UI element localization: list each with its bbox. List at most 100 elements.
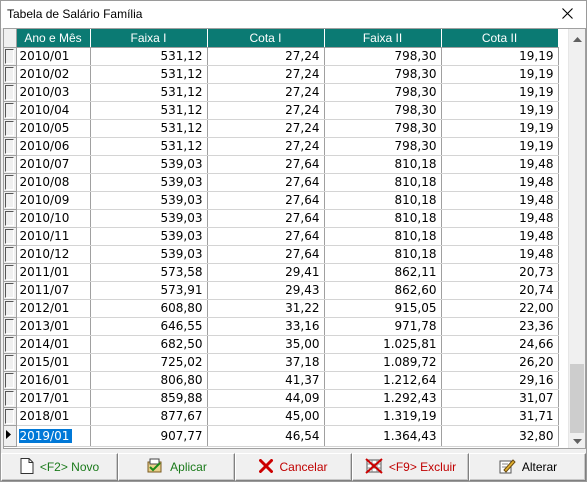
cell-faixa-ii[interactable]: 1.364,43 bbox=[324, 425, 442, 447]
cell-faixa-ii[interactable]: 810,18 bbox=[324, 173, 442, 192]
cell-ano-mes[interactable]: 2010/06 bbox=[16, 137, 91, 156]
row-indicator[interactable] bbox=[4, 299, 17, 318]
row-indicator[interactable] bbox=[4, 65, 17, 84]
cell-ano-mes[interactable]: 2014/01 bbox=[16, 335, 91, 354]
table-row[interactable]: 2010/03 531,12 27,24 798,30 19,19 bbox=[4, 83, 559, 102]
column-header-cota-ii[interactable]: Cota II bbox=[441, 29, 559, 48]
cell-cota-i[interactable]: 27,64 bbox=[207, 173, 325, 192]
row-indicator[interactable] bbox=[4, 317, 17, 336]
row-indicator[interactable] bbox=[4, 353, 17, 372]
cell-faixa-i[interactable]: 539,03 bbox=[90, 245, 208, 264]
cell-faixa-ii[interactable]: 971,78 bbox=[324, 317, 442, 336]
cell-cota-ii[interactable]: 19,48 bbox=[441, 209, 559, 228]
cell-cota-i[interactable]: 29,43 bbox=[207, 281, 325, 300]
cell-faixa-ii[interactable]: 798,30 bbox=[324, 83, 442, 102]
cell-faixa-i[interactable]: 531,12 bbox=[90, 119, 208, 138]
cell-faixa-i[interactable]: 539,03 bbox=[90, 191, 208, 210]
cancelar-button[interactable]: Cancelar bbox=[235, 453, 352, 481]
cell-faixa-ii[interactable]: 798,30 bbox=[324, 137, 442, 156]
cell-cota-i[interactable]: 27,24 bbox=[207, 47, 325, 66]
cell-cota-i[interactable]: 27,64 bbox=[207, 155, 325, 174]
aplicar-button[interactable]: Aplicar bbox=[118, 453, 235, 481]
cell-faixa-ii[interactable]: 798,30 bbox=[324, 119, 442, 138]
cell-cota-ii[interactable]: 20,73 bbox=[441, 263, 559, 282]
table-row[interactable]: 2010/04 531,12 27,24 798,30 19,19 bbox=[4, 101, 559, 120]
row-indicator[interactable] bbox=[4, 83, 17, 102]
cell-cota-i[interactable]: 45,00 bbox=[207, 407, 325, 426]
cell-ano-mes[interactable]: 2011/07 bbox=[16, 281, 91, 300]
cell-cota-i[interactable]: 33,16 bbox=[207, 317, 325, 336]
cell-ano-mes[interactable]: 2010/03 bbox=[16, 83, 91, 102]
cell-faixa-ii[interactable]: 1.089,72 bbox=[324, 353, 442, 372]
row-indicator[interactable] bbox=[4, 119, 17, 138]
table-row[interactable]: 2010/11 539,03 27,64 810,18 19,48 bbox=[4, 227, 559, 246]
table-row[interactable]: 2017/01 859,88 44,09 1.292,43 31,07 bbox=[4, 389, 559, 408]
cell-faixa-i[interactable]: 682,50 bbox=[90, 335, 208, 354]
cell-cota-i[interactable]: 35,00 bbox=[207, 335, 325, 354]
cell-cota-ii[interactable]: 19,48 bbox=[441, 155, 559, 174]
cell-cota-ii[interactable]: 19,19 bbox=[441, 83, 559, 102]
cell-faixa-ii[interactable]: 1.025,81 bbox=[324, 335, 442, 354]
cell-faixa-i[interactable]: 531,12 bbox=[90, 83, 208, 102]
cell-cota-i[interactable]: 27,24 bbox=[207, 65, 325, 84]
cell-ano-mes[interactable]: 2011/01 bbox=[16, 263, 91, 282]
cell-ano-mes[interactable]: 2010/02 bbox=[16, 65, 91, 84]
row-indicator[interactable] bbox=[4, 281, 17, 300]
cell-faixa-ii[interactable]: 1.212,64 bbox=[324, 371, 442, 390]
cell-faixa-i[interactable]: 573,58 bbox=[90, 263, 208, 282]
column-header-cota-i[interactable]: Cota I bbox=[207, 29, 325, 48]
cell-cota-ii[interactable]: 19,48 bbox=[441, 245, 559, 264]
cell-cota-ii[interactable]: 19,48 bbox=[441, 227, 559, 246]
cell-cota-ii[interactable]: 29,16 bbox=[441, 371, 559, 390]
row-indicator[interactable] bbox=[4, 101, 17, 120]
table-row[interactable]: 2015/01 725,02 37,18 1.089,72 26,20 bbox=[4, 353, 559, 372]
cell-faixa-i[interactable]: 539,03 bbox=[90, 209, 208, 228]
cell-faixa-i[interactable]: 725,02 bbox=[90, 353, 208, 372]
cell-cota-ii[interactable]: 31,07 bbox=[441, 389, 559, 408]
cell-ano-mes[interactable]: 2012/01 bbox=[16, 299, 91, 318]
row-indicator[interactable] bbox=[4, 209, 17, 228]
novo-button[interactable]: <F2> Novo bbox=[1, 453, 118, 481]
table-row[interactable]: 2010/06 531,12 27,24 798,30 19,19 bbox=[4, 137, 559, 156]
cell-cota-i[interactable]: 27,64 bbox=[207, 245, 325, 264]
cell-cota-ii[interactable]: 22,00 bbox=[441, 299, 559, 318]
row-indicator[interactable] bbox=[4, 245, 17, 264]
cell-faixa-i[interactable]: 877,67 bbox=[90, 407, 208, 426]
salary-table-grid[interactable]: Ano e Mês Faixa I Cota I Faixa II Cota I… bbox=[3, 28, 586, 449]
cell-ano-mes[interactable]: 2010/07 bbox=[16, 155, 91, 174]
cell-ano-mes[interactable]: 2016/01 bbox=[16, 371, 91, 390]
cell-faixa-ii[interactable]: 798,30 bbox=[324, 65, 442, 84]
table-row[interactable]: 2010/08 539,03 27,64 810,18 19,48 bbox=[4, 173, 559, 192]
cell-cota-ii[interactable]: 31,71 bbox=[441, 407, 559, 426]
cell-cota-i[interactable]: 46,54 bbox=[207, 425, 325, 447]
cell-faixa-i[interactable]: 531,12 bbox=[90, 137, 208, 156]
row-indicator[interactable] bbox=[4, 263, 17, 282]
column-header-faixa-i[interactable]: Faixa I bbox=[90, 29, 208, 48]
table-row[interactable]: 2010/01 531,12 27,24 798,30 19,19 bbox=[4, 47, 559, 66]
cell-cota-ii[interactable]: 19,19 bbox=[441, 47, 559, 66]
cell-faixa-i[interactable]: 859,88 bbox=[90, 389, 208, 408]
cell-cota-ii[interactable]: 26,20 bbox=[441, 353, 559, 372]
table-row[interactable]: 2011/07 573,91 29,43 862,60 20,74 bbox=[4, 281, 559, 300]
cell-cota-ii[interactable]: 19,19 bbox=[441, 119, 559, 138]
cell-cota-ii[interactable]: 19,48 bbox=[441, 191, 559, 210]
cell-faixa-ii[interactable]: 1.292,43 bbox=[324, 389, 442, 408]
cell-cota-i[interactable]: 27,64 bbox=[207, 191, 325, 210]
cell-faixa-i[interactable]: 531,12 bbox=[90, 47, 208, 66]
cell-cota-i[interactable]: 27,24 bbox=[207, 101, 325, 120]
cell-faixa-ii[interactable]: 915,05 bbox=[324, 299, 442, 318]
cell-cota-ii[interactable]: 24,66 bbox=[441, 335, 559, 354]
row-indicator[interactable] bbox=[4, 155, 17, 174]
cell-ano-mes[interactable]: 2010/12 bbox=[16, 245, 91, 264]
row-indicator[interactable] bbox=[4, 425, 17, 447]
cell-cota-ii[interactable]: 20,74 bbox=[441, 281, 559, 300]
cell-cota-ii[interactable]: 23,36 bbox=[441, 317, 559, 336]
cell-cota-i[interactable]: 27,64 bbox=[207, 227, 325, 246]
cell-cota-i[interactable]: 27,24 bbox=[207, 83, 325, 102]
cell-cota-ii[interactable]: 19,48 bbox=[441, 173, 559, 192]
cell-cota-i[interactable]: 44,09 bbox=[207, 389, 325, 408]
table-row[interactable]: 2019/01 907,77 46,54 1.364,43 32,80 bbox=[4, 425, 559, 447]
table-row[interactable]: 2016/01 806,80 41,37 1.212,64 29,16 bbox=[4, 371, 559, 390]
scroll-up-button[interactable] bbox=[569, 29, 585, 46]
row-indicator[interactable] bbox=[4, 389, 17, 408]
